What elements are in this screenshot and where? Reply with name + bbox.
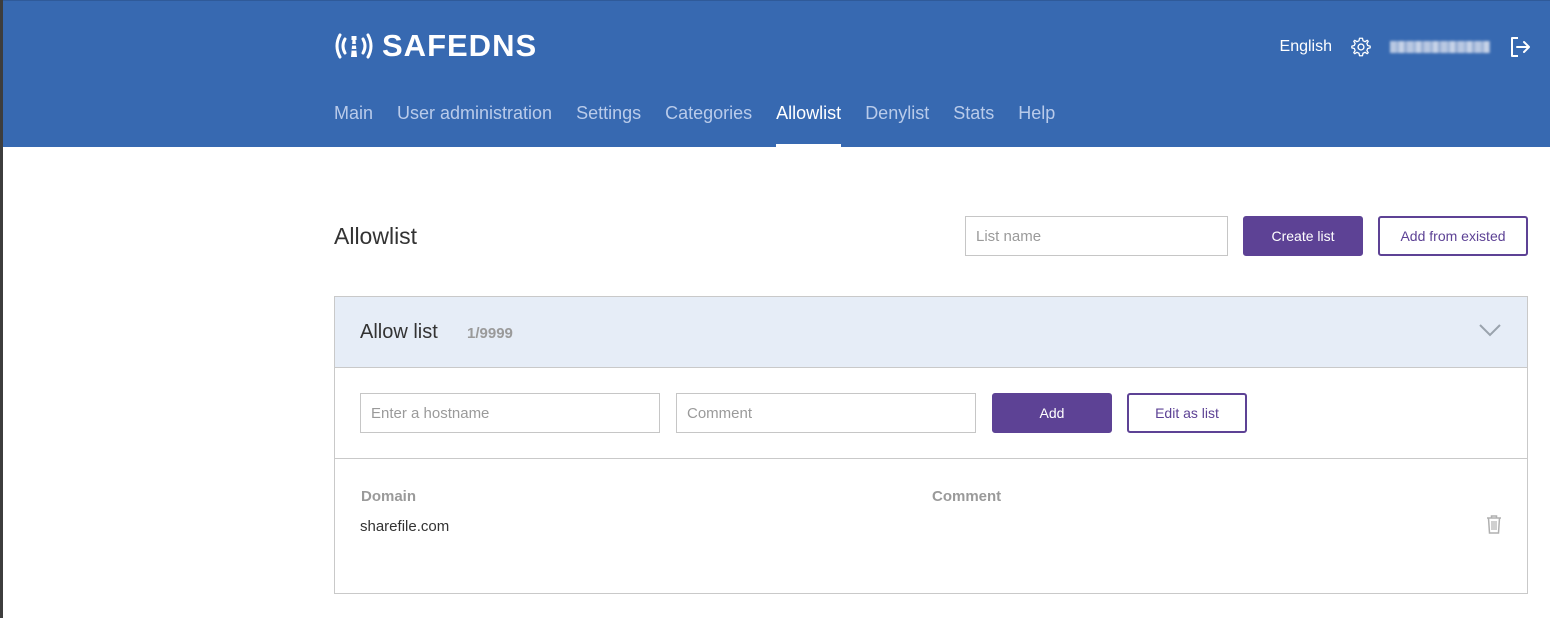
panel-header[interactable]: Allow list 1/9999 <box>335 297 1527 368</box>
logout-icon[interactable] <box>1508 35 1532 59</box>
header-actions: English <box>1280 33 1532 61</box>
nav-item-categories[interactable]: Categories <box>665 100 752 148</box>
column-header-comment: Comment <box>932 488 1002 505</box>
nav-item-main[interactable]: Main <box>334 100 373 148</box>
comment-input[interactable] <box>676 393 976 433</box>
language-selector[interactable]: English <box>1280 38 1332 56</box>
add-button[interactable]: Add <box>992 393 1112 433</box>
gear-icon[interactable] <box>1350 36 1372 58</box>
create-list-button[interactable]: Create list <box>1243 216 1363 256</box>
brand-logo[interactable]: SAFEDNS <box>334 29 537 63</box>
nav-item-settings[interactable]: Settings <box>576 100 641 148</box>
panel-title: Allow list <box>360 321 438 343</box>
divider <box>335 458 1527 459</box>
edit-as-list-button[interactable]: Edit as list <box>1127 393 1247 433</box>
row-domain: sharefile.com <box>360 518 450 535</box>
nav-item-help[interactable]: Help <box>1018 100 1055 148</box>
trash-icon[interactable] <box>1485 514 1503 534</box>
nav-item-denylist[interactable]: Denylist <box>865 100 929 148</box>
nav-item-user-administration[interactable]: User administration <box>397 100 552 148</box>
brand-name: SAFEDNS <box>382 28 538 63</box>
allow-list-panel: Allow list 1/9999 Add Edit as list Domai… <box>334 296 1528 594</box>
nav-item-stats[interactable]: Stats <box>953 100 994 148</box>
lighthouse-logo-icon <box>335 33 373 59</box>
user-account-name[interactable] <box>1390 41 1490 53</box>
entry-count-badge: 1/9999 <box>467 325 513 342</box>
add-from-existed-button[interactable]: Add from existed <box>1378 216 1528 256</box>
chevron-down-icon[interactable] <box>1479 323 1501 337</box>
hostname-input[interactable] <box>360 393 660 433</box>
column-header-domain: Domain <box>361 488 417 505</box>
page-title: Allowlist <box>334 223 418 249</box>
list-name-input[interactable] <box>965 216 1228 256</box>
nav-item-allowlist[interactable]: Allowlist <box>776 100 842 148</box>
top-header: SAFEDNS English Main User administration… <box>3 0 1550 148</box>
main-nav: Main User administration Settings Catego… <box>334 100 1079 148</box>
